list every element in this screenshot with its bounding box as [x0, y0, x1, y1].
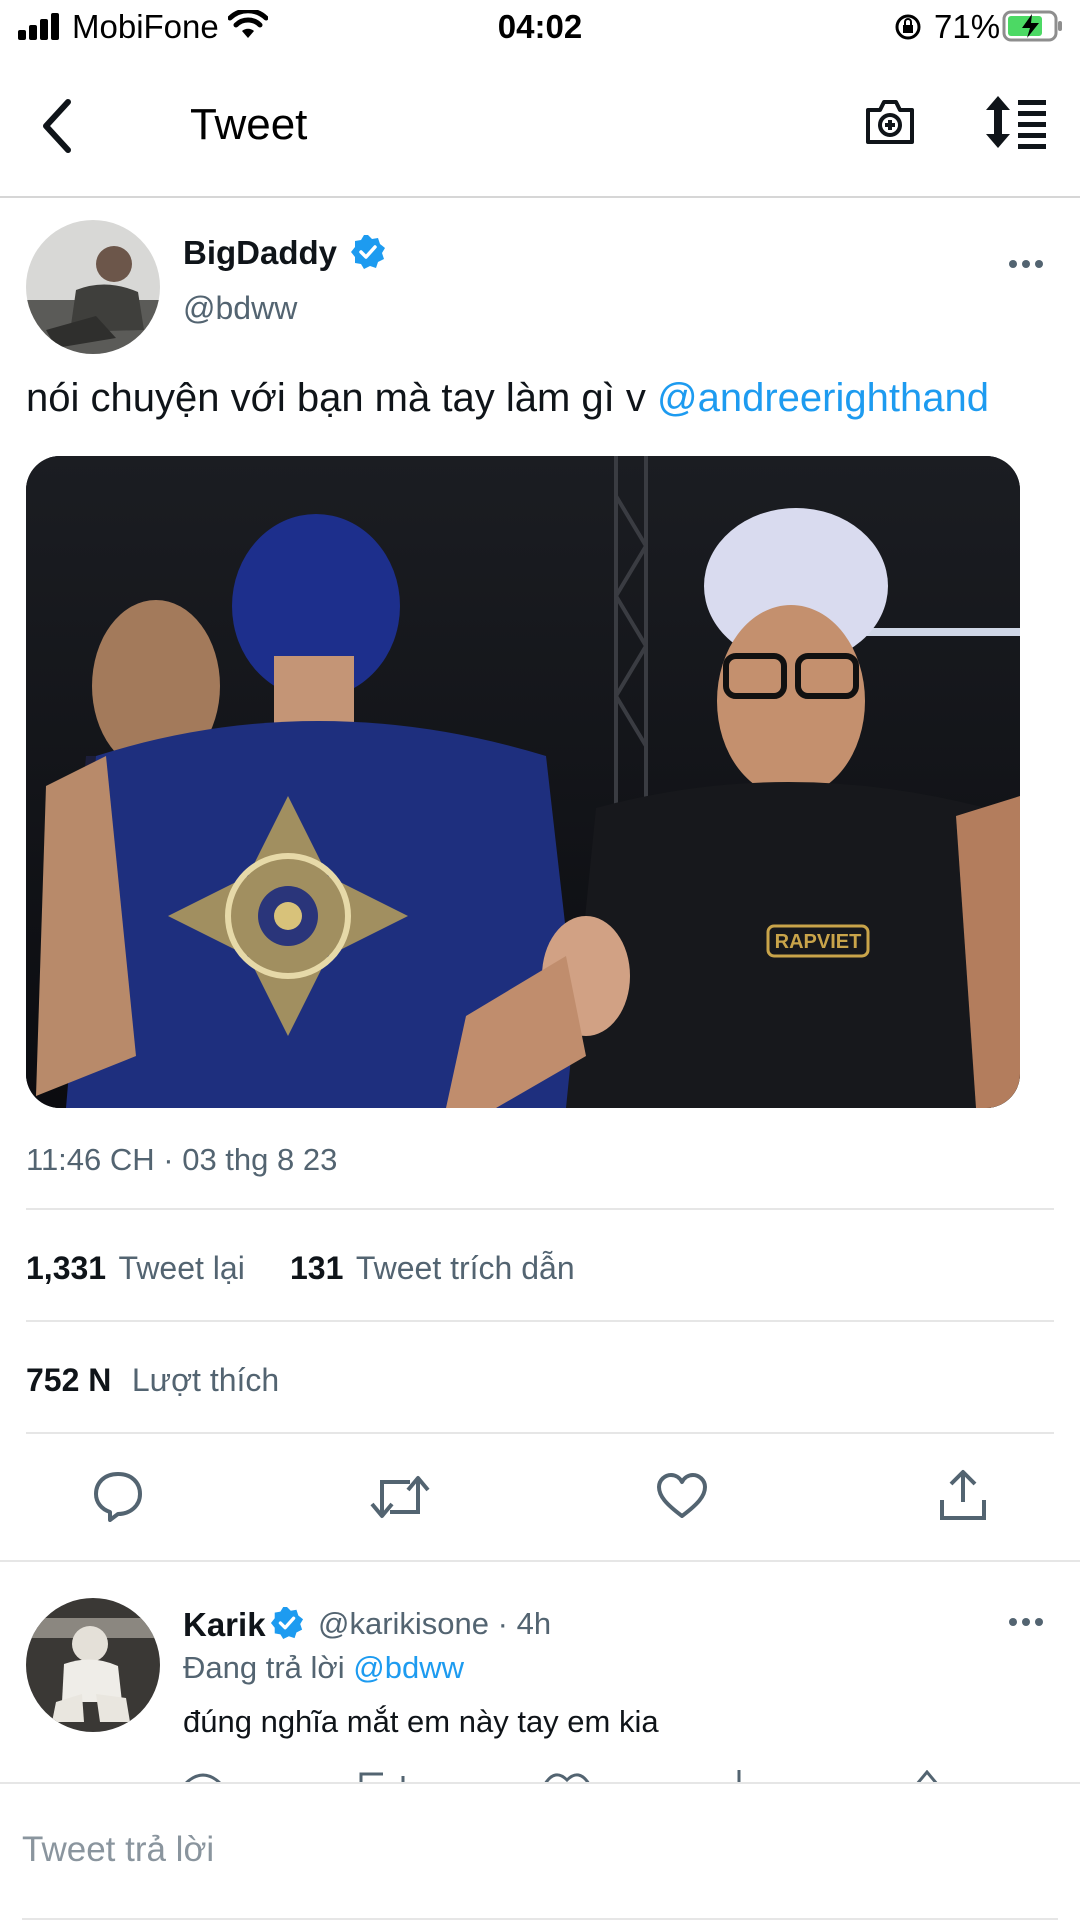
divider	[26, 1208, 1054, 1210]
reply-more-options-icon[interactable]	[1008, 1616, 1044, 1628]
more-options-icon[interactable]	[1008, 258, 1044, 270]
tweet-timestamp[interactable]: 11:46 CH · 03 thg 8 23	[26, 1142, 337, 1178]
tweet-text: nói chuyện với bạn mà tay làm gì v @andr…	[26, 376, 989, 421]
status-bar: MobiFone 04:02 71%	[0, 0, 1080, 56]
orientation-lock-icon	[895, 14, 921, 40]
nav-bar: Tweet	[0, 56, 1080, 198]
quotes-label: Tweet trích dẫn	[355, 1250, 575, 1286]
reply-author-name[interactable]: Karik	[183, 1606, 266, 1644]
section-separator	[0, 1560, 1080, 1562]
reply-author-avatar[interactable]	[26, 1598, 160, 1732]
reply-handle-text[interactable]: @karikisone	[318, 1606, 489, 1641]
like-icon[interactable]	[656, 1472, 708, 1520]
reply-time: · 4h	[497, 1606, 552, 1641]
reply-verified-badge-icon	[270, 1606, 304, 1640]
share-icon[interactable]	[938, 1468, 988, 1522]
author-avatar[interactable]	[26, 220, 160, 354]
retweets-label: Tweet lại	[118, 1250, 245, 1286]
divider	[26, 1320, 1054, 1322]
retweets-stat[interactable]: 1,331 Tweet lại	[26, 1250, 245, 1287]
tweet-body: nói chuyện với bạn mà tay làm gì v	[26, 376, 657, 420]
reply-icon[interactable]	[92, 1470, 144, 1522]
reply-composer: Tweet trả lời	[0, 1782, 1080, 1922]
likes-count: 752 N	[26, 1362, 112, 1398]
retweet-icon[interactable]	[370, 1474, 430, 1520]
replying-to-link[interactable]: @bdww	[353, 1650, 464, 1685]
author-name[interactable]: BigDaddy	[183, 234, 337, 272]
back-icon[interactable]	[36, 96, 76, 156]
likes-stat[interactable]: 752 N Lượt thích	[26, 1362, 279, 1399]
replying-to: Đang trả lời @bdww	[183, 1650, 464, 1686]
camera-add-icon[interactable]	[862, 94, 918, 150]
tweet-media-image[interactable]: RAPVIET	[26, 456, 1020, 1108]
author-handle[interactable]: @bdww	[183, 290, 297, 327]
battery-percent: 71%	[934, 8, 1001, 45]
quotes-count: 131	[290, 1250, 344, 1286]
sort-icon[interactable]	[984, 94, 1048, 150]
reply-text: đúng nghĩa mắt em này tay em kia	[183, 1704, 659, 1739]
reply-input[interactable]: Tweet trả lời	[22, 1830, 1062, 1870]
page-title: Tweet	[190, 100, 308, 149]
reply-author-handle: @karikisone · 4h	[318, 1606, 551, 1642]
battery-charging-icon	[1002, 10, 1062, 42]
divider	[26, 1432, 1054, 1434]
quotes-stat[interactable]: 131 Tweet trích dẫn	[290, 1250, 575, 1287]
likes-label: Lượt thích	[131, 1362, 280, 1398]
mention-link[interactable]: @andreerighthand	[657, 376, 989, 420]
verified-badge-icon	[351, 235, 385, 269]
replying-prefix: Đang trả lời	[183, 1650, 345, 1685]
retweets-count: 1,331	[26, 1250, 107, 1286]
shirt-logo: RAPVIET	[775, 931, 862, 953]
